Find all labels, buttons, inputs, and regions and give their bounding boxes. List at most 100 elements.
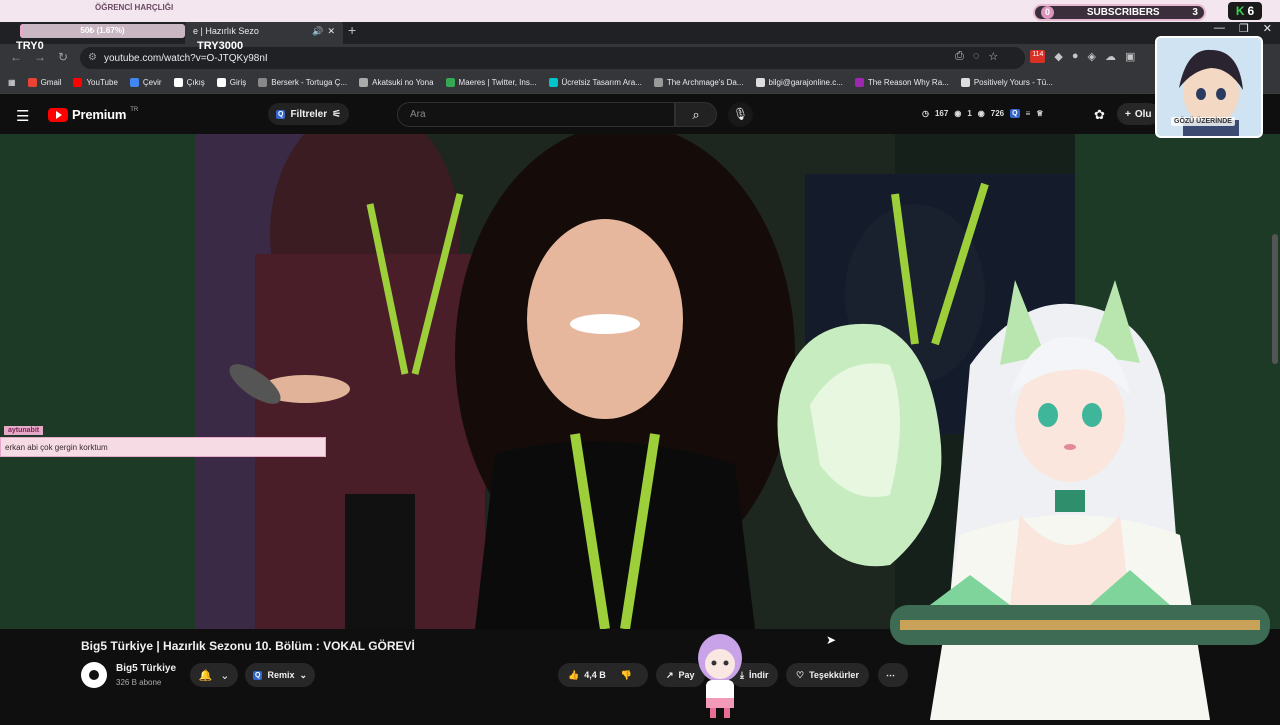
video-frame[interactable] — [195, 134, 1075, 629]
bookmark-item[interactable]: Ücretsiz Tasarım Ara... — [548, 78, 642, 87]
audio-icon[interactable]: 🔊 — [312, 26, 323, 37]
bookmarks-bar: ▦ Gmail YouTube Çevir Çıkış Giriş Berserk - T… — [0, 72, 1280, 94]
like-icon[interactable]: 👍 — [568, 670, 579, 681]
minimize-icon[interactable]: — — [1214, 22, 1225, 35]
sliders-icon: ⚟ — [332, 108, 342, 120]
close-window-icon[interactable]: ✕ — [1263, 22, 1272, 35]
bookmark-item[interactable]: bilgi@garajonline.c... — [755, 78, 843, 87]
menu-icon[interactable]: ☰ — [16, 107, 29, 125]
share-icon: ↗ — [666, 669, 674, 680]
list-icon[interactable]: ≡ — [1026, 109, 1031, 118]
clock-icon: ◷ — [922, 109, 929, 118]
bookmark-label: Akatsuki no Yona — [372, 78, 434, 87]
gear-icon[interactable]: ✿ — [1094, 107, 1105, 123]
goal-max-label: TRY3000 — [197, 40, 244, 52]
channel-name[interactable]: Big5 Türkiye — [116, 663, 176, 674]
bookmark-label: Çevir — [142, 78, 162, 87]
bookmark-item[interactable]: Berserk - Tortuga Ç... — [258, 78, 347, 87]
bookmark-favicon-icon — [854, 78, 864, 87]
bookmark-item[interactable]: Maeres | Twitter, Ins... — [445, 78, 537, 87]
search-input[interactable]: Ara — [397, 102, 675, 127]
filters-button[interactable]: Q Filtreler ⚟ — [268, 103, 350, 125]
like-count[interactable]: 4,4 B — [584, 670, 606, 680]
bookmark-item[interactable]: Gmail — [27, 78, 62, 87]
bookmark-item[interactable]: Çıkış — [173, 78, 205, 87]
subs-right-count: 3 — [1192, 7, 1198, 18]
new-tab-icon[interactable]: + — [348, 22, 356, 38]
notification-bell-button[interactable]: 🔔 ⌄ — [190, 663, 238, 687]
bookmark-label: Ücretsiz Tasarım Ara... — [561, 78, 642, 87]
kick-logo-icon: K — [1235, 4, 1245, 18]
bookmark-favicon-icon — [129, 78, 139, 87]
thanks-button[interactable]: ♡ Teşekkürler — [786, 663, 869, 687]
bookmark-item[interactable]: YouTube — [73, 78, 118, 87]
bookmark-favicon-icon — [27, 78, 37, 87]
bookmark-item[interactable]: The Reason Why Ra... — [854, 78, 949, 87]
site-info-icon[interactable]: ⚙ — [88, 52, 97, 63]
eye-icon: ◉ — [977, 109, 985, 118]
youtube-header: ☰ Premium TR Q Filtreler ⚟ Ara ⌕ 🎙 ◷ 167… — [0, 96, 1280, 134]
eye-off-icon[interactable]: ◌ — [973, 50, 980, 63]
youtube-premium-logo[interactable]: Premium TR — [48, 107, 138, 122]
trophy-icon[interactable]: ♕ — [1036, 109, 1043, 118]
page-scrollbar[interactable] — [1272, 234, 1278, 364]
chevron-down-icon: ⌄ — [220, 669, 230, 682]
tab-title: e | Hazırlık Sezo — [193, 26, 259, 36]
eye-icon: ◉ — [954, 109, 962, 118]
url-text: youtube.com/watch?v=O-JTQKy98nI — [104, 52, 268, 64]
bookmark-item[interactable]: Giriş — [216, 78, 246, 87]
bookmark-label: Çıkış — [186, 78, 205, 87]
bookmark-item[interactable]: The Archmage's Da... — [653, 78, 744, 87]
back-icon[interactable]: ← — [10, 50, 22, 64]
extension-q-icon[interactable]: Q — [1010, 109, 1020, 118]
stat-value: 167 — [934, 109, 949, 118]
bookmark-favicon-icon — [73, 78, 83, 87]
bookmark-label: The Reason Why Ra... — [867, 78, 949, 87]
extension-q-icon: Q — [253, 670, 263, 680]
bookmark-label: Positively Yours - Tü... — [973, 78, 1053, 87]
extension-icon[interactable]: ▣ — [1125, 50, 1135, 63]
bookmark-item[interactable]: Positively Yours - Tü... — [960, 78, 1053, 87]
bookmark-star-icon[interactable]: ☆ — [988, 50, 998, 63]
extension-icon[interactable]: ☁ — [1105, 50, 1116, 63]
maximize-icon[interactable]: ❐ — [1239, 22, 1249, 35]
video-player[interactable] — [0, 134, 1280, 629]
forward-icon[interactable]: → — [34, 50, 46, 64]
bookmark-favicon-icon — [755, 78, 765, 87]
extension-icons: ⎙ ◌ ☆ 114 ◆ ● ◈ ☁ ▣ — [955, 50, 1135, 63]
more-actions-button[interactable]: ⋯ — [878, 663, 908, 687]
search-icon[interactable]: ⌕ — [675, 102, 717, 127]
bookmark-label: Maeres | Twitter, Ins... — [458, 78, 537, 87]
apps-icon[interactable]: ▦ — [8, 78, 16, 87]
bookmark-favicon-icon — [359, 78, 369, 87]
extension-icon[interactable]: ◈ — [1088, 50, 1096, 63]
bookmark-label: Berserk - Tortuga Ç... — [271, 78, 348, 87]
create-label: Olu — [1134, 108, 1152, 120]
bookmark-favicon-icon — [216, 78, 226, 87]
extension-icon[interactable]: ◆ — [1054, 50, 1062, 63]
subs-left-count: 0 — [1041, 6, 1054, 19]
create-button[interactable]: + Olu — [1117, 103, 1160, 125]
extension-q-icon: Q — [276, 109, 286, 119]
bookmark-label: YouTube — [86, 78, 118, 87]
remix-button[interactable]: Q Remix ⌄ — [245, 663, 316, 687]
mini-mascot-sticker — [690, 628, 750, 720]
install-icon[interactable]: ⎙ — [955, 50, 964, 63]
download-label: İndir — [748, 670, 769, 680]
mic-icon[interactable]: 🎙 — [728, 102, 753, 127]
stat-value: 726 — [990, 109, 1005, 118]
extension-badge[interactable]: 114 — [1030, 50, 1046, 63]
bookmark-label: Gmail — [40, 78, 62, 87]
streamer-webcam-frame: GÖZÜ ÜZERİNDE — [1155, 36, 1263, 138]
channel-avatar[interactable] — [81, 662, 107, 688]
close-tab-icon[interactable]: ✕ — [327, 26, 335, 37]
bookmark-item[interactable]: Çevir — [129, 78, 162, 87]
donation-goal-progress: 50₺ (1.67%) — [20, 24, 185, 38]
bookmark-favicon-icon — [258, 78, 268, 87]
bookmark-item[interactable]: Akatsuki no Yona — [359, 78, 434, 87]
heart-dollar-icon: ♡ — [796, 669, 805, 680]
remix-label: Remix — [267, 670, 295, 680]
extension-icon[interactable]: ● — [1072, 50, 1079, 63]
dislike-icon[interactable]: 👎 — [621, 670, 632, 681]
reload-icon[interactable]: ↻ — [58, 50, 68, 64]
